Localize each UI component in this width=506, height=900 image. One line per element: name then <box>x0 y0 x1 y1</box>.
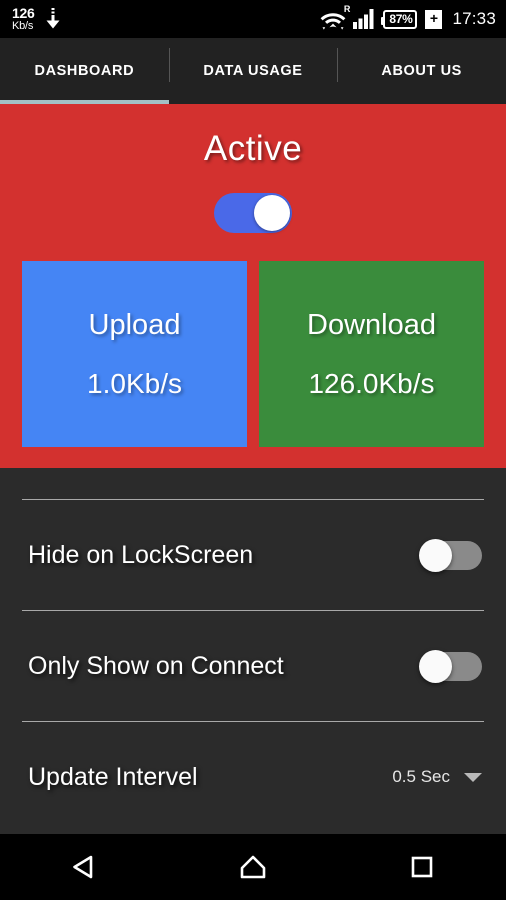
nav-back-button[interactable] <box>0 851 169 883</box>
setting-row-update-interval[interactable]: Update Intervel 0.5 Sec <box>0 722 506 832</box>
battery-indicator: 87% <box>381 9 418 29</box>
download-card-title: Download <box>307 308 436 341</box>
upload-card-title: Upload <box>88 308 181 341</box>
android-navigation-bar <box>0 834 506 900</box>
setting-row-hide-on-lockscreen[interactable]: Hide on LockScreen <box>0 500 506 610</box>
nav-recents-button[interactable] <box>337 851 506 883</box>
network-speed-unit: Kb/s <box>12 20 34 32</box>
tab-bar: DASHBOARD DATA USAGE ABOUT US <box>0 38 506 104</box>
wifi-icon <box>320 12 346 30</box>
battery-charging-plus-icon: + <box>425 9 443 29</box>
phone-screen: 126 Kb/s R 87% + 17:33 DASHBOARD DATA US… <box>0 0 506 900</box>
home-icon <box>240 855 266 879</box>
tab-about-us[interactable]: ABOUT US <box>337 38 506 104</box>
tab-data-usage-label: DATA USAGE <box>203 63 303 79</box>
update-interval-value: 0.5 Sec <box>392 767 450 786</box>
dashboard-panel: Active Upload 1.0Kb/s Download 126.0Kb/s <box>0 104 506 468</box>
status-bar-clock: 17:33 <box>452 9 496 28</box>
network-speed-value: 126 <box>12 5 35 21</box>
upload-card[interactable]: Upload 1.0Kb/s <box>22 261 247 447</box>
speed-cards: Upload 1.0Kb/s Download 126.0Kb/s <box>0 261 506 447</box>
roaming-indicator: R <box>343 3 351 14</box>
wifi-status-group: R <box>320 4 350 30</box>
toggle-hide-on-lockscreen-knob <box>419 538 452 572</box>
master-toggle-knob <box>254 195 290 231</box>
master-toggle-switch[interactable] <box>214 193 292 233</box>
service-status-title: Active <box>203 129 303 168</box>
toggle-only-show-on-connect[interactable] <box>419 649 482 683</box>
back-triangle-icon <box>73 855 93 879</box>
status-bar-right: R 87% + 17:33 <box>320 4 496 30</box>
download-arrow-icon <box>46 8 60 29</box>
download-card-value: 126.0Kb/s <box>308 367 435 399</box>
nav-home-button[interactable] <box>169 851 338 883</box>
toggle-hide-on-lockscreen[interactable] <box>419 538 482 572</box>
upload-card-value: 1.0Kb/s <box>87 367 182 399</box>
setting-label-hide-on-lockscreen: Hide on LockScreen <box>28 540 254 569</box>
settings-list: Hide on LockScreen Only Show on Connect … <box>0 468 506 834</box>
update-interval-spinner[interactable]: 0.5 Sec <box>392 767 482 787</box>
battery-percent-label: 87% <box>389 12 413 26</box>
master-switch-row <box>0 193 506 233</box>
status-bar: 126 Kb/s R 87% + 17:33 <box>0 0 506 38</box>
setting-row-only-show-on-connect[interactable]: Only Show on Connect <box>0 611 506 721</box>
tab-data-usage[interactable]: DATA USAGE <box>168 38 338 104</box>
recents-square-icon <box>411 856 432 878</box>
toggle-only-show-on-connect-knob <box>419 649 452 683</box>
network-speed-indicator: 126 Kb/s <box>12 5 35 32</box>
tab-dashboard-label: DASHBOARD <box>34 63 135 79</box>
setting-label-only-show-on-connect: Only Show on Connect <box>28 651 284 680</box>
setting-label-update-interval: Update Intervel <box>28 762 198 791</box>
status-bar-left: 126 Kb/s <box>12 6 62 32</box>
chevron-down-icon <box>464 772 482 782</box>
tab-about-us-label: ABOUT US <box>381 63 462 79</box>
cellular-signal-icon <box>353 9 374 29</box>
download-card[interactable]: Download 126.0Kb/s <box>259 261 484 447</box>
tab-dashboard[interactable]: DASHBOARD <box>0 38 169 104</box>
